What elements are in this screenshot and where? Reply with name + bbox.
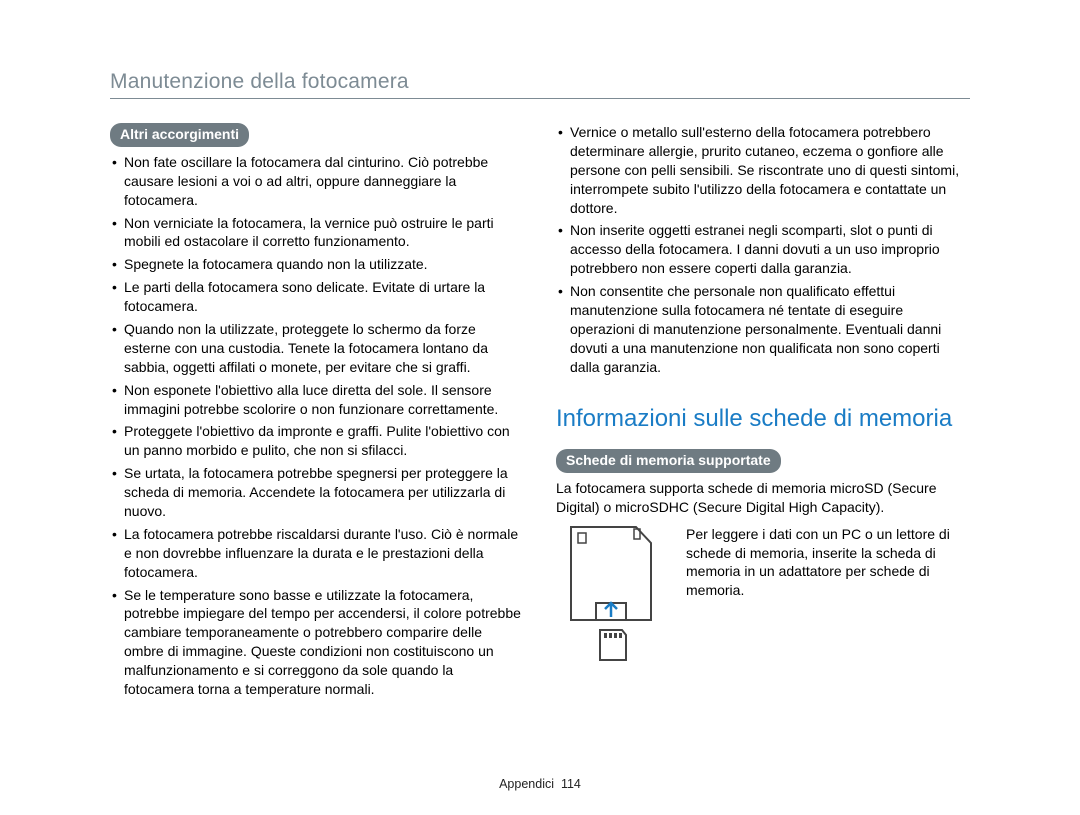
right-column: Vernice o metallo sull'esterno della fot… <box>556 123 970 707</box>
list-item: Vernice o metallo sull'esterno della fot… <box>556 123 970 217</box>
list-item: Se urtata, la fotocamera potrebbe spegne… <box>110 464 524 521</box>
supported-cards-intro: La fotocamera supporta schede di memoria… <box>556 479 970 517</box>
list-item: Spegnete la fotocamera quando non la uti… <box>110 255 524 274</box>
list-item: Se le temperature sono basse e utilizzat… <box>110 586 524 699</box>
sd-adapter-diagram <box>556 525 666 670</box>
card-adapter-block: Per leggere i dati con un PC o un lettor… <box>556 525 970 670</box>
card-adapter-text: Per leggere i dati con un PC o un lettor… <box>686 525 970 601</box>
list-item: La fotocamera potrebbe riscaldarsi duran… <box>110 525 524 582</box>
list-item: Non fate oscillare la fotocamera dal cin… <box>110 153 524 210</box>
list-item: Non esponete l'obiettivo alla luce diret… <box>110 381 524 419</box>
pill-supported-cards: Schede di memoria supportate <box>556 449 781 473</box>
list-item: Le parti della fotocamera sono delicate.… <box>110 278 524 316</box>
content-columns: Altri accorgimenti Non fate oscillare la… <box>110 123 970 707</box>
page-footer: Appendici 114 <box>0 777 1080 791</box>
right-top-bullet-list: Vernice o metallo sull'esterno della fot… <box>556 123 970 377</box>
page-title: Manutenzione della fotocamera <box>110 70 970 99</box>
pill-altri-accorgimenti: Altri accorgimenti <box>110 123 249 147</box>
list-item: Quando non la utilizzate, proteggete lo … <box>110 320 524 377</box>
list-item: Non consentite che personale non qualifi… <box>556 282 970 376</box>
left-bullet-list: Non fate oscillare la fotocamera dal cin… <box>110 153 524 699</box>
list-item: Proteggete l'obiettivo da impronte e gra… <box>110 422 524 460</box>
footer-section: Appendici <box>499 777 554 791</box>
list-item: Non inserite oggetti estranei negli scom… <box>556 221 970 278</box>
section-title-memory-cards: Informazioni sulle schede di memoria <box>556 403 970 435</box>
list-item: Non verniciate la fotocamera, la vernice… <box>110 214 524 252</box>
footer-page-number: 114 <box>561 777 581 791</box>
left-column: Altri accorgimenti Non fate oscillare la… <box>110 123 524 707</box>
